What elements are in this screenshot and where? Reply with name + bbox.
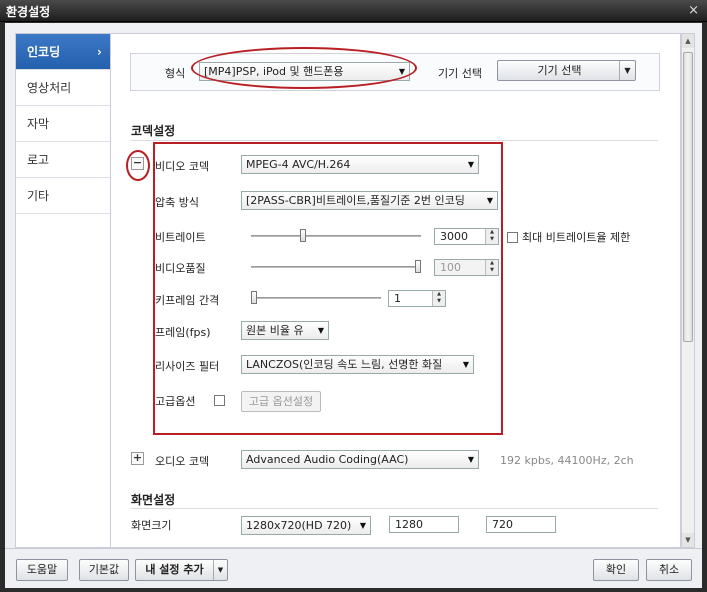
codec-section-divider (131, 140, 658, 141)
height-value: 720 (492, 518, 513, 531)
keyframe-slider-thumb[interactable] (251, 291, 257, 304)
spin-arrows-icon[interactable]: ▲ ▼ (485, 229, 498, 244)
sidebar-item-label: 영상처리 (27, 81, 72, 95)
window-title: 환경설정 (6, 5, 51, 19)
compression-value: [2PASS-CBR]비트레이트,품질기준 2번 인코딩 (246, 194, 465, 207)
keyframe-value: 1 (394, 292, 401, 305)
max-bitrate-label: 최대 비트레이트율 제한 (522, 231, 631, 244)
dialog-footer: 도움말 기본값 내 설정 추가 ▼ 확인 취소 (5, 548, 702, 588)
screen-section-divider (131, 508, 658, 509)
compression-label: 압축 방식 (155, 196, 199, 209)
chevron-down-icon: ▼ (467, 455, 474, 464)
codec-section-title: 코덱설정 (131, 124, 176, 138)
quality-value: 100 (440, 261, 461, 274)
video-codec-select[interactable]: MPEG-4 AVC/H.264 ▼ (241, 155, 479, 174)
compression-select[interactable]: [2PASS-CBR]비트레이트,품질기준 2번 인코딩 ▼ (241, 191, 498, 210)
bitrate-slider-track[interactable] (251, 235, 421, 237)
help-button[interactable]: 도움말 (16, 559, 68, 581)
quality-input: 100 ▲ ▼ (434, 259, 499, 276)
close-icon[interactable]: × (688, 3, 699, 18)
sidebar-item-label: 로고 (27, 153, 50, 167)
chevron-down-icon: ▼ (619, 61, 635, 80)
max-bitrate-checkbox[interactable] (507, 232, 518, 243)
scroll-up-icon[interactable]: ▲ (682, 34, 694, 48)
scrollbar-thumb[interactable] (683, 52, 693, 342)
sidebar-item-logo[interactable]: 로고 (16, 142, 110, 178)
video-codec-label: 비디오 코덱 (155, 160, 210, 173)
settings-panel: 형식 [MP4]PSP, iPod 및 핸드폰용 ▼ 기기 선택 기기 선택 ▼… (111, 33, 681, 548)
chevron-down-icon: ▼ (462, 360, 469, 369)
device-label: 기기 선택 (438, 67, 482, 80)
quality-label: 비디오품질 (155, 262, 206, 275)
dialog-body: 인코딩 › 영상처리 자막 로고 기타 형식 [MP4]PSP, iPod 및 … (5, 23, 702, 548)
ok-button[interactable]: 확인 (593, 559, 639, 581)
sidebar-item-subtitle[interactable]: 자막 (16, 106, 110, 142)
add-preset-label: 내 설정 추가 (145, 563, 204, 576)
annotation-box-video-settings (153, 142, 503, 435)
spin-arrows-icon: ▲ ▼ (485, 260, 498, 275)
keyframe-input[interactable]: 1 ▲ ▼ (388, 290, 446, 307)
annotation-ellipse-format (191, 47, 417, 89)
resize-filter-value: LANCZOS(인코딩 속도 느림, 선명한 화질 (246, 358, 443, 371)
default-button[interactable]: 기본값 (79, 559, 129, 581)
resize-filter-label: 리사이즈 필터 (155, 360, 220, 373)
resize-filter-select[interactable]: LANCZOS(인코딩 속도 느림, 선명한 화질 ▼ (241, 355, 474, 374)
audio-codec-value: Advanced Audio Coding(AAC) (246, 453, 409, 466)
width-value: 1280 (395, 518, 423, 531)
advanced-options-checkbox[interactable] (214, 395, 225, 406)
keyframe-slider-track[interactable] (251, 297, 381, 299)
bitrate-slider-thumb[interactable] (300, 229, 307, 242)
format-label: 형식 (165, 67, 186, 80)
advanced-options-label: 고급옵션 (155, 395, 196, 408)
advanced-options-button: 고급 옵션설정 (241, 391, 321, 412)
chevron-down-icon: ▼ (359, 521, 366, 530)
sidebar-item-encoding[interactable]: 인코딩 › (16, 34, 110, 70)
audio-codec-select[interactable]: Advanced Audio Coding(AAC) ▼ (241, 450, 479, 469)
audio-codec-label: 오디오 코덱 (155, 455, 210, 468)
quality-slider-thumb (415, 260, 421, 273)
screen-size-value: 1280x720(HD 720) (246, 519, 352, 532)
bitrate-input[interactable]: 3000 ▲ ▼ (434, 228, 499, 245)
bitrate-value: 3000 (440, 230, 468, 243)
scroll-down-icon[interactable]: ▼ (682, 533, 694, 547)
audio-expand-toggle[interactable]: + (131, 452, 144, 465)
sidebar: 인코딩 › 영상처리 자막 로고 기타 (15, 33, 111, 548)
screen-size-select[interactable]: 1280x720(HD 720) ▼ (241, 516, 371, 535)
keyframe-label: 키프레임 간격 (155, 294, 220, 307)
screen-size-label: 화면크기 (131, 519, 172, 532)
sidebar-item-video-processing[interactable]: 영상처리 (16, 70, 110, 106)
sidebar-item-label: 자막 (27, 117, 50, 131)
device-select-label: 기기 선택 (537, 64, 582, 77)
chevron-down-icon[interactable]: ▼ (213, 560, 227, 580)
cancel-button[interactable]: 취소 (646, 559, 692, 581)
fps-value: 원본 비율 유 (246, 324, 304, 337)
video-codec-value: MPEG-4 AVC/H.264 (246, 158, 351, 171)
height-input[interactable]: 720 (486, 516, 556, 533)
sidebar-item-label: 기타 (27, 189, 50, 203)
vertical-scrollbar[interactable]: ▲ ▼ (681, 33, 695, 548)
audio-info: 192 kpbs, 44100Hz, 2ch (500, 454, 634, 467)
chevron-down-icon: ▼ (317, 326, 324, 335)
sidebar-item-etc[interactable]: 기타 (16, 178, 110, 214)
sidebar-item-label: 인코딩 (27, 45, 61, 59)
chevron-down-icon: ▼ (467, 160, 474, 169)
add-preset-button[interactable]: 내 설정 추가 ▼ (135, 559, 228, 581)
width-input[interactable]: 1280 (389, 516, 459, 533)
annotation-ellipse-toggle (126, 150, 150, 181)
title-bar: 환경설정 × (0, 0, 707, 22)
quality-slider-track (251, 266, 421, 268)
chevron-right-icon: › (97, 45, 102, 59)
screen-section-title: 화면설정 (131, 493, 176, 507)
spin-arrows-icon[interactable]: ▲ ▼ (432, 291, 445, 306)
chevron-down-icon: ▼ (486, 196, 493, 205)
bitrate-label: 비트레이트 (155, 231, 206, 244)
device-select-button[interactable]: 기기 선택 ▼ (497, 60, 636, 81)
fps-select[interactable]: 원본 비율 유 ▼ (241, 321, 329, 340)
fps-label: 프레임(fps) (155, 326, 211, 339)
